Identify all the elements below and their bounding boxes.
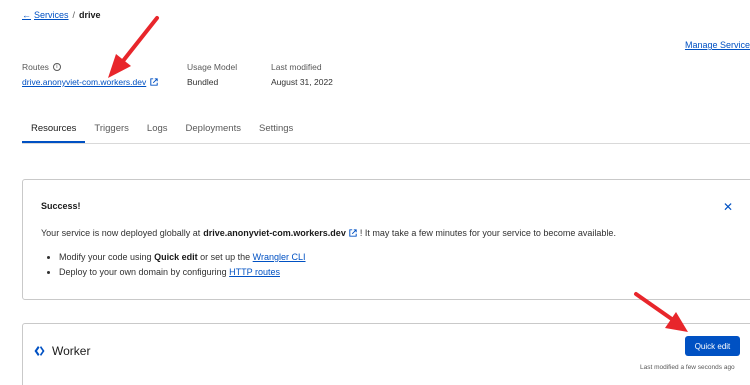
- worker-card: Worker Quick edit Last modified a few se…: [22, 323, 750, 385]
- success-notification: Success! ✕ Your service is now deployed …: [22, 179, 750, 300]
- http-routes-link[interactable]: HTTP routes: [229, 267, 280, 277]
- external-link-icon: [150, 78, 158, 86]
- tab-settings[interactable]: Settings: [250, 118, 302, 143]
- last-modified-label: Last modified: [271, 62, 322, 72]
- arrow-left-icon: ←: [22, 10, 31, 20]
- worker-heading: Worker: [34, 344, 90, 358]
- breadcrumb: ← Services / drive: [22, 10, 101, 20]
- external-link-icon[interactable]: [349, 229, 357, 237]
- next-steps-list: Modify your code using Quick edit or set…: [59, 252, 306, 282]
- tab-deployments[interactable]: Deployments: [177, 118, 250, 143]
- success-message: Your service is now deployed globally at…: [41, 228, 616, 238]
- usage-model-section: Usage Model Bundled: [187, 62, 237, 87]
- last-modified-section: Last modified August 31, 2022: [271, 62, 333, 87]
- quick-edit-button[interactable]: Quick edit: [685, 336, 740, 356]
- tab-bar: Resources Triggers Logs Deployments Sett…: [22, 118, 750, 144]
- info-icon[interactable]: i: [52, 63, 61, 71]
- tab-triggers[interactable]: Triggers: [85, 118, 138, 143]
- tab-resources[interactable]: Resources: [22, 118, 86, 143]
- list-item: Modify your code using Quick edit or set…: [59, 252, 306, 262]
- manage-service-link[interactable]: Manage Service: [685, 40, 750, 50]
- breadcrumb-separator: /: [72, 10, 76, 20]
- routes-section: Routes i drive.anonyviet-com.workers.dev: [22, 62, 158, 87]
- list-item: Deploy to your own domain by configuring…: [59, 267, 306, 277]
- close-icon[interactable]: ✕: [723, 200, 733, 214]
- usage-model-label: Usage Model: [187, 62, 238, 72]
- tab-logs[interactable]: Logs: [138, 118, 177, 143]
- success-title: Success!: [41, 201, 81, 211]
- last-modified-value: August 31, 2022: [271, 77, 333, 87]
- route-link[interactable]: drive.anonyviet-com.workers.dev: [22, 77, 158, 87]
- usage-model-value: Bundled: [187, 77, 219, 87]
- deployed-domain: drive.anonyviet-com.workers.dev: [203, 228, 346, 238]
- wrangler-cli-link[interactable]: Wrangler CLI: [253, 252, 306, 262]
- worker-last-modified: Last modified a few seconds ago: [640, 364, 735, 371]
- routes-label: Routes: [22, 62, 49, 72]
- back-to-services-link[interactable]: ← Services: [22, 10, 69, 20]
- worker-icon: [34, 346, 45, 356]
- breadcrumb-current: drive: [79, 10, 101, 20]
